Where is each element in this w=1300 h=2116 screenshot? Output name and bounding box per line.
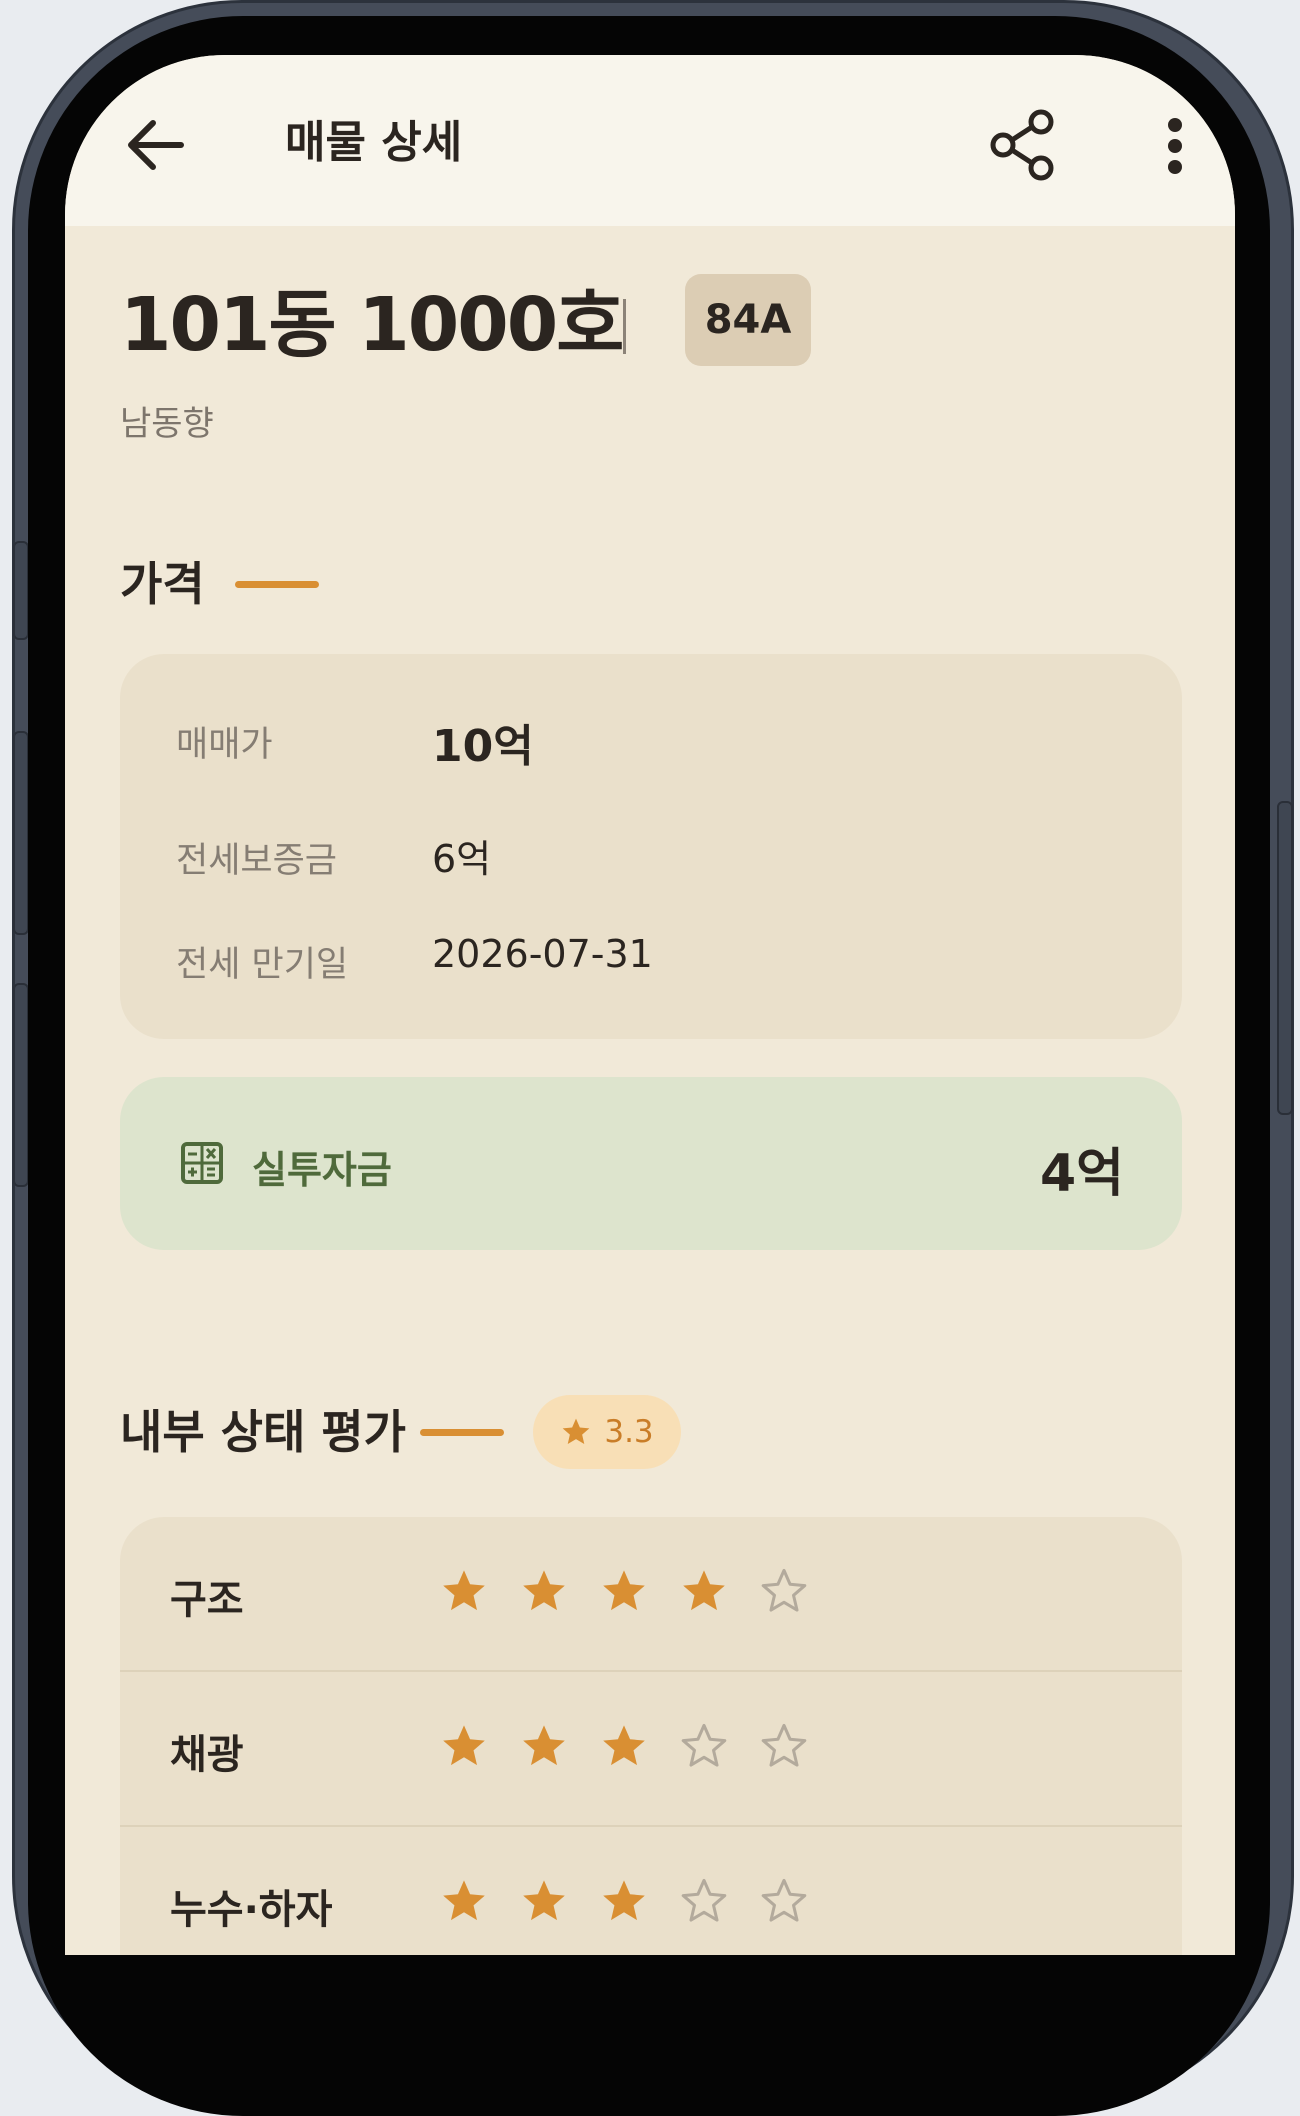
star-filled-icon[interactable] bbox=[598, 1875, 650, 1927]
star-filled-icon[interactable] bbox=[518, 1720, 570, 1772]
share-icon bbox=[990, 109, 1054, 181]
star-empty-icon[interactable] bbox=[678, 1875, 730, 1927]
deposit-value: 6억 bbox=[432, 837, 492, 881]
star-rating[interactable] bbox=[438, 1565, 810, 1617]
star-filled-icon[interactable] bbox=[438, 1720, 490, 1772]
star-empty-icon[interactable] bbox=[758, 1875, 810, 1927]
star-icon bbox=[563, 1418, 590, 1444]
evaluation-row: 구조 bbox=[120, 1517, 1182, 1672]
star-rating[interactable] bbox=[438, 1720, 810, 1772]
investment-value: 4억 bbox=[1039, 1144, 1124, 1204]
app-bar: 매물 상세 bbox=[65, 55, 1235, 226]
star-filled-icon[interactable] bbox=[438, 1565, 490, 1617]
average-rating-value: 3.3 bbox=[604, 1414, 654, 1450]
sale-price-label: 매매가 bbox=[176, 725, 273, 765]
star-filled-icon[interactable] bbox=[598, 1720, 650, 1772]
volume-up-button bbox=[13, 731, 29, 935]
star-filled-icon[interactable] bbox=[678, 1565, 730, 1617]
direction-label: 남동향 bbox=[120, 404, 214, 444]
action-button bbox=[13, 541, 29, 640]
star-empty-icon[interactable] bbox=[758, 1720, 810, 1772]
investment-label: 실투자금 bbox=[252, 1148, 392, 1192]
more-vertical-icon bbox=[1168, 118, 1182, 174]
star-empty-icon[interactable] bbox=[678, 1720, 730, 1772]
star-filled-icon[interactable] bbox=[438, 1875, 490, 1927]
page-title: 매물 상세 bbox=[285, 117, 463, 168]
power-button bbox=[1277, 801, 1293, 1115]
screen: 매물 상세 101동 1000호 84A 남동향 가격 매매가 10억 전세보증… bbox=[65, 55, 1235, 1955]
evaluation-row: 채광 bbox=[120, 1672, 1182, 1827]
star-rating[interactable] bbox=[438, 1875, 810, 1927]
evaluation-label: 채광 bbox=[170, 1732, 244, 1778]
evaluation-card: 구조 채광 누수·하자 bbox=[120, 1517, 1182, 1955]
lease-expiry-label: 전세 만기일 bbox=[176, 945, 349, 985]
calculator-icon bbox=[181, 1142, 223, 1184]
star-filled-icon[interactable] bbox=[518, 1875, 570, 1927]
back-button[interactable] bbox=[121, 110, 191, 180]
price-card: 매매가 10억 전세보증금 6억 전세 만기일 2026-07-31 bbox=[120, 654, 1182, 1039]
average-rating-badge: 3.3 bbox=[533, 1395, 681, 1469]
evaluation-label: 누수·하자 bbox=[170, 1887, 333, 1933]
unit-title: 101동 1000호 bbox=[120, 282, 624, 368]
evaluation-section-accent bbox=[420, 1429, 504, 1436]
arrow-left-icon bbox=[128, 120, 184, 170]
price-section-title: 가격 bbox=[120, 557, 205, 611]
sale-price-value: 10억 bbox=[432, 721, 534, 772]
lease-expiry-value: 2026-07-31 bbox=[432, 932, 653, 976]
title-divider bbox=[623, 299, 626, 354]
star-filled-icon[interactable] bbox=[518, 1565, 570, 1617]
investment-card: 실투자금 4억 bbox=[120, 1077, 1182, 1250]
type-chip: 84A bbox=[685, 274, 811, 366]
evaluation-section-title: 내부 상태 평가 bbox=[120, 1405, 406, 1459]
star-filled-icon[interactable] bbox=[598, 1565, 650, 1617]
evaluation-row: 누수·하자 bbox=[120, 1827, 1182, 1955]
price-section-accent bbox=[235, 581, 319, 588]
more-button[interactable] bbox=[1145, 111, 1205, 181]
volume-down-button bbox=[13, 983, 29, 1187]
evaluation-label: 구조 bbox=[170, 1577, 244, 1623]
deposit-label: 전세보증금 bbox=[176, 841, 338, 881]
share-button[interactable] bbox=[983, 105, 1063, 185]
star-empty-icon[interactable] bbox=[758, 1565, 810, 1617]
